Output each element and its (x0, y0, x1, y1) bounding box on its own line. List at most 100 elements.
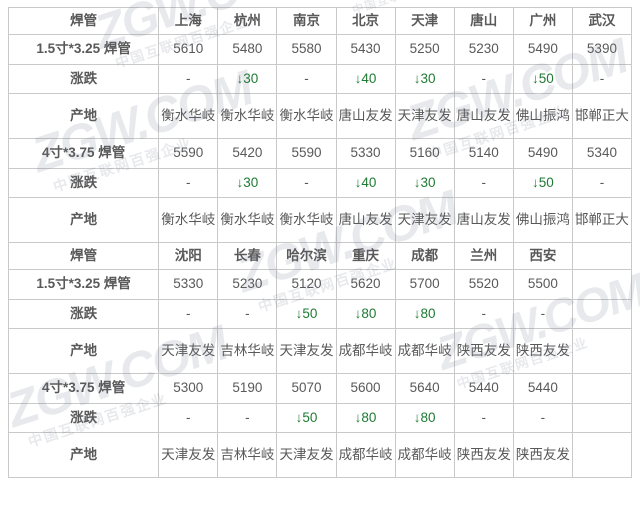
price-value: 5620 (335, 269, 396, 300)
city-header-西安[interactable]: 西安 (512, 242, 573, 270)
table-row: 1.5寸*3.25 焊管 5330 5230 5120 5620 5700 5520 5500 (7, 269, 633, 300)
city-header-哈尔滨[interactable]: 哈尔滨 (276, 242, 337, 270)
price-value: 5250 (394, 34, 455, 65)
change-label: 涨跌 (7, 168, 160, 198)
price-down-indicator: ↓80 (413, 305, 436, 321)
origin-value: 吉林华岐 (217, 432, 278, 478)
price-value: 5120 (276, 269, 337, 300)
city-header-南京[interactable]: 南京 (276, 7, 337, 35)
change-value: - (158, 64, 219, 94)
origin-value: 衡水华岐 (276, 93, 337, 139)
change-value: - (571, 168, 633, 198)
change-value: - (158, 168, 219, 198)
table-row: 产地 天津友发 吉林华岐 天津友发 成都华岐 成都华岐 陕西友发 陕西友发 (7, 432, 633, 478)
price-value: 5500 (512, 269, 573, 300)
table-row: 产地 天津友发 吉林华岐 天津友发 成都华岐 成都华岐 陕西友发 陕西友发 (7, 328, 633, 374)
empty-cell (571, 403, 633, 433)
origin-value: 佛山振鸿 (512, 93, 573, 139)
change-value: - (158, 299, 219, 329)
origin-value: 陕西友发 (453, 432, 514, 478)
origin-value: 衡水华岐 (217, 93, 278, 139)
spec-label: 1.5寸*3.25 焊管 (7, 269, 160, 300)
city-header-天津[interactable]: 天津 (394, 7, 455, 35)
change-value: ↓30 (394, 64, 455, 94)
origin-value: 陕西友发 (512, 432, 573, 478)
price-value: 5160 (394, 138, 455, 169)
change-value: ↓80 (335, 403, 396, 433)
table-header-row: 焊管 沈阳 长春 哈尔滨 重庆 成都 兰州 西安 (7, 242, 633, 270)
origin-value: 成都华岐 (335, 328, 396, 374)
city-header-杭州[interactable]: 杭州 (217, 7, 278, 35)
change-value: - (453, 299, 514, 329)
price-value: 5430 (335, 34, 396, 65)
city-header-唐山[interactable]: 唐山 (453, 7, 514, 35)
price-down-indicator: ↓50 (531, 70, 554, 86)
change-label: 涨跌 (7, 403, 160, 433)
origin-value: 佛山振鸿 (512, 197, 573, 243)
price-down-indicator: ↓50 (295, 409, 318, 425)
price-down-indicator: ↓50 (295, 305, 318, 321)
price-value: 5070 (276, 373, 337, 404)
price-down-indicator: ↓30 (236, 70, 259, 86)
price-value: 5520 (453, 269, 514, 300)
spec-label: 1.5寸*3.25 焊管 (7, 34, 160, 65)
change-value: ↓40 (335, 64, 396, 94)
change-value: - (217, 403, 278, 433)
city-header-北京[interactable]: 北京 (335, 7, 396, 35)
city-header-长春[interactable]: 长春 (217, 242, 278, 270)
price-value: 5440 (512, 373, 573, 404)
price-value: 5480 (217, 34, 278, 65)
city-header-武汉[interactable]: 武汉 (571, 7, 633, 35)
change-value: - (276, 64, 337, 94)
origin-value: 衡水华岐 (217, 197, 278, 243)
city-header-广州[interactable]: 广州 (512, 7, 573, 35)
empty-cell (571, 269, 633, 300)
section-title-table-northeast-west: 焊管 (7, 242, 160, 270)
empty-header-cell (571, 242, 633, 270)
price-value: 5700 (394, 269, 455, 300)
origin-value: 唐山友发 (335, 197, 396, 243)
empty-cell (571, 328, 633, 374)
empty-cell (571, 299, 633, 329)
change-value: ↓40 (335, 168, 396, 198)
change-value: - (453, 168, 514, 198)
city-header-兰州[interactable]: 兰州 (453, 242, 514, 270)
origin-value: 天津友发 (158, 328, 219, 374)
price-value: 5490 (512, 138, 573, 169)
change-value: ↓30 (217, 64, 278, 94)
change-value: - (571, 64, 633, 94)
table-row: 涨跌 - ↓30- ↓40 ↓30- ↓50- (7, 168, 633, 198)
change-value: ↓80 (335, 299, 396, 329)
price-down-indicator: ↓40 (354, 174, 377, 190)
change-value: - (512, 403, 573, 433)
price-value: 5420 (217, 138, 278, 169)
change-value: - (217, 299, 278, 329)
price-value: 5600 (335, 373, 396, 404)
change-label: 涨跌 (7, 64, 160, 94)
city-header-上海[interactable]: 上海 (158, 7, 219, 35)
price-value: 5230 (453, 34, 514, 65)
origin-value: 唐山友发 (335, 93, 396, 139)
origin-value: 邯郸正大 (571, 197, 633, 243)
origin-value: 天津友发 (394, 93, 455, 139)
price-value: 5640 (394, 373, 455, 404)
change-value: ↓80 (394, 299, 455, 329)
origin-label: 产地 (7, 197, 160, 243)
price-down-indicator: ↓40 (354, 70, 377, 86)
origin-value: 成都华岐 (335, 432, 396, 478)
origin-value: 天津友发 (276, 432, 337, 478)
city-header-重庆[interactable]: 重庆 (335, 242, 396, 270)
empty-cell (571, 373, 633, 404)
change-value: ↓50 (512, 64, 573, 94)
city-header-成都[interactable]: 成都 (394, 242, 455, 270)
price-value: 5590 (158, 138, 219, 169)
price-value: 5330 (335, 138, 396, 169)
price-down-indicator: ↓80 (354, 305, 377, 321)
change-value: ↓50 (276, 299, 337, 329)
price-down-indicator: ↓30 (413, 174, 436, 190)
origin-label: 产地 (7, 328, 160, 374)
welded-pipe-price-table: 焊管 上海 杭州 南京 北京 天津 唐山 广州 武汉 1.5寸*3.25 焊管 5610 5480 55… (7, 7, 633, 478)
table-header-row: 焊管 上海 杭州 南京 北京 天津 唐山 广州 武汉 (7, 7, 633, 35)
origin-value: 陕西友发 (512, 328, 573, 374)
city-header-沈阳[interactable]: 沈阳 (158, 242, 219, 270)
